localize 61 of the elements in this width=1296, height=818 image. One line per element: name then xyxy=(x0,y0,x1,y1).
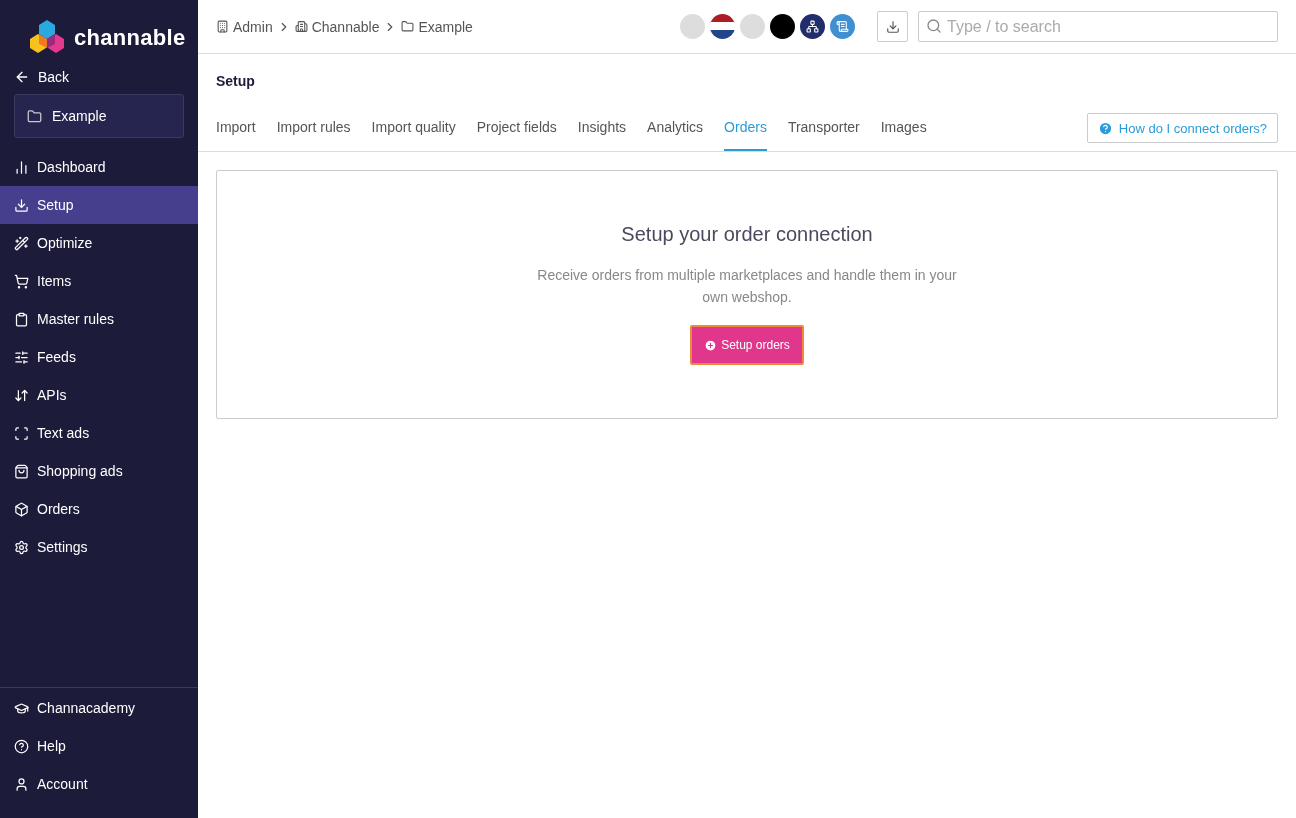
sidebar-item[interactable]: Settings xyxy=(0,528,198,566)
user-icon xyxy=(14,776,29,792)
setup-orders-button[interactable]: Setup orders xyxy=(690,325,804,365)
search-icon xyxy=(926,18,942,34)
download-icon xyxy=(885,19,900,34)
sidebar-item[interactable]: Shopping ads xyxy=(0,452,198,490)
sidebar-item[interactable]: Channacademy xyxy=(0,689,198,727)
download-button[interactable] xyxy=(877,11,908,42)
clipboard-icon xyxy=(14,311,29,327)
project-selector[interactable]: Example xyxy=(14,94,184,138)
sidebar-item[interactable]: Master rules xyxy=(0,300,198,338)
back-link[interactable]: Back xyxy=(0,62,198,92)
page-title: Setup xyxy=(215,72,256,91)
sidebar-item[interactable]: Orders xyxy=(0,490,198,528)
tab[interactable]: Import rules xyxy=(276,119,351,151)
sidebar-item[interactable]: Optimize xyxy=(0,224,198,262)
help-icon xyxy=(1097,120,1113,136)
logo-icon xyxy=(28,20,66,56)
tab[interactable]: Project fields xyxy=(476,119,557,151)
document-avatar[interactable] xyxy=(830,14,855,39)
tab[interactable]: Transporter xyxy=(787,119,860,151)
settings-icon xyxy=(14,539,29,555)
logo-text: channable xyxy=(74,25,186,51)
tab[interactable]: Insights xyxy=(577,119,627,151)
building-icon xyxy=(294,20,308,33)
sidebar-item[interactable]: Text ads xyxy=(0,414,198,452)
tab[interactable]: Import quality xyxy=(371,119,456,151)
magic-wand-icon xyxy=(14,235,29,251)
card-title: Setup your order connection xyxy=(621,223,873,246)
help-icon xyxy=(14,738,29,754)
plus-circle-icon xyxy=(704,338,718,352)
flag-icon[interactable] xyxy=(710,14,735,39)
shopping-bag-icon xyxy=(14,463,29,479)
tab[interactable]: Analytics xyxy=(647,119,704,151)
cart-icon xyxy=(14,273,29,289)
folder-icon xyxy=(27,108,42,124)
sidebar-item[interactable]: Help xyxy=(0,727,198,765)
bar-chart-icon xyxy=(14,159,29,175)
scan-frame-icon xyxy=(14,425,29,441)
card-description: Receive orders from multiple marketplaces and handle them in your own webshop. xyxy=(537,266,957,307)
sliders-icon xyxy=(14,349,29,365)
graduation-cap-icon xyxy=(14,700,29,716)
breadcrumb-link[interactable]: Channable xyxy=(294,18,380,35)
sidebar-item[interactable]: APIs xyxy=(0,376,198,414)
building-icon xyxy=(216,20,229,33)
tab[interactable]: Images xyxy=(880,119,927,151)
download-tray-icon xyxy=(14,197,29,213)
breadcrumb-link[interactable]: Admin xyxy=(216,18,273,35)
folder-icon xyxy=(401,20,415,33)
network-avatar[interactable] xyxy=(800,14,825,39)
cube-icon xyxy=(14,501,29,517)
sidebar-item[interactable]: Feeds xyxy=(0,338,198,376)
sidebar-item[interactable]: Items xyxy=(0,262,198,300)
tab[interactable]: Import xyxy=(216,119,256,151)
up-down-arrows-icon xyxy=(14,387,29,403)
sidebar-item[interactable]: Dashboard xyxy=(0,148,198,186)
search-field[interactable]: Type / to search xyxy=(918,11,1278,42)
sidebar-item[interactable]: Account xyxy=(0,765,198,803)
avatar-circle[interactable] xyxy=(770,14,795,39)
breadcrumb-link[interactable]: Example xyxy=(401,18,473,35)
sidebar-item[interactable]: Setup xyxy=(0,186,198,224)
